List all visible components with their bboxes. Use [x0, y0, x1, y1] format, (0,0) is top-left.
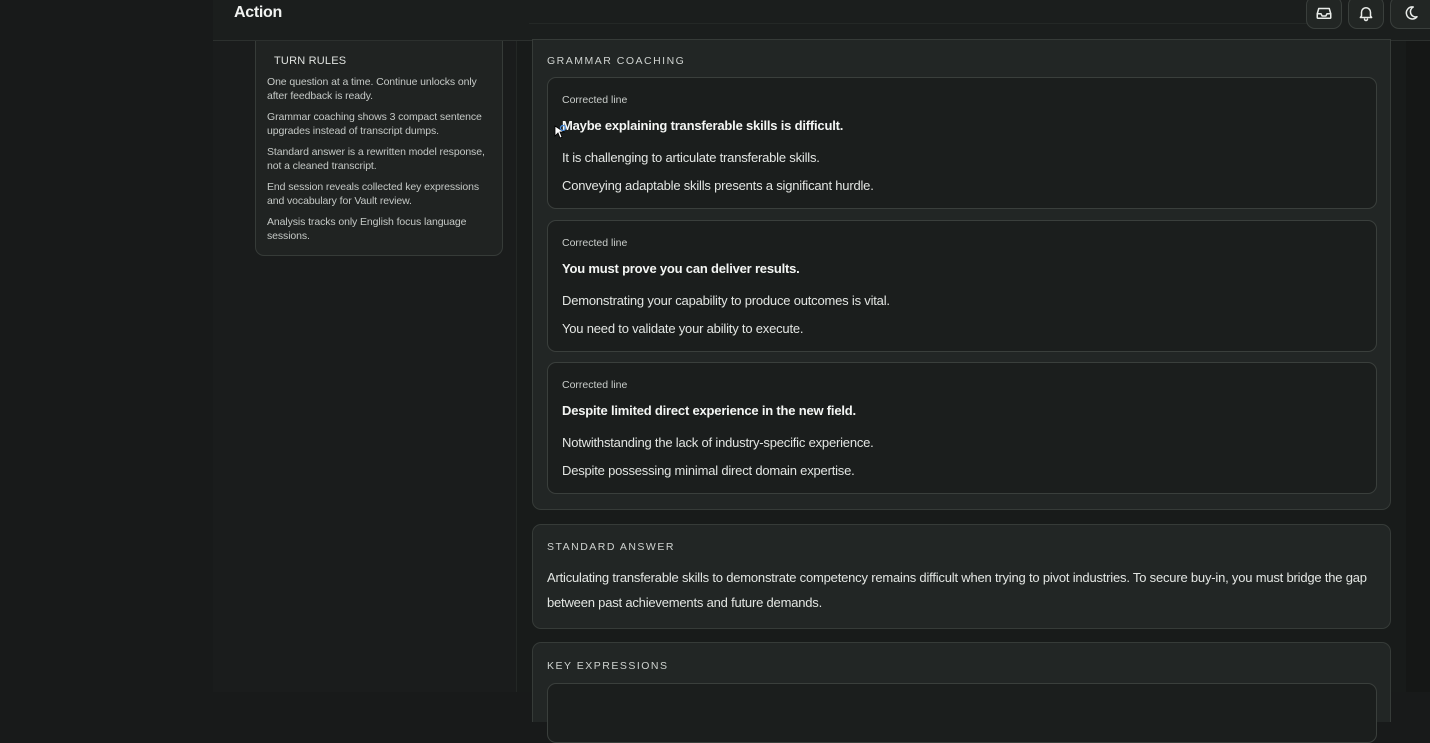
bell-icon: [1359, 6, 1373, 21]
notifications-button[interactable]: [1348, 0, 1384, 29]
key-expressions-section: KEY EXPRESSIONS: [532, 642, 1391, 743]
tab-placeholder: [1219, 0, 1309, 24]
left-rail: [0, 0, 213, 692]
original-sentence: Despite limited direct experience in the…: [562, 403, 856, 418]
sidebar: TURN RULES One question at a time. Conti…: [213, 41, 517, 692]
alternative-sentence: Conveying adaptable skills presents a si…: [562, 178, 874, 193]
coaching-card: Corrected line Despite limited direct ex…: [547, 362, 1377, 494]
tab-placeholder: [879, 0, 1049, 24]
card-label: Corrected line: [562, 379, 628, 391]
coaching-card: Corrected line You must prove you can de…: [547, 220, 1377, 352]
tab-placeholder: [529, 0, 709, 24]
standard-answer-section: STANDARD ANSWER Articulating transferabl…: [532, 524, 1391, 629]
original-sentence: You must prove you can deliver results.: [562, 261, 800, 276]
top-bar: Action: [213, 0, 1430, 41]
card-label: Corrected line: [562, 237, 628, 249]
section-heading: STANDARD ANSWER: [547, 541, 675, 553]
standard-answer-text: Articulating transferable skills to demo…: [547, 570, 1367, 610]
card-label: Corrected line: [562, 94, 628, 106]
alternative-sentence: Demonstrating your capability to produce…: [562, 293, 890, 308]
turn-rule-item: Grammar coaching shows 3 compact sentenc…: [267, 111, 482, 137]
key-expressions-list: [547, 683, 1377, 743]
tab-placeholder: [1049, 0, 1219, 24]
tab-placeholder: [709, 0, 879, 24]
original-sentence: Maybe explaining transferable skills is …: [562, 118, 844, 133]
alternative-sentence: Notwithstanding the lack of industry-spe…: [562, 435, 874, 450]
alternative-sentence: Despite possessing minimal direct domain…: [562, 463, 855, 478]
scroll-gutter: [1406, 41, 1430, 692]
turn-rule-item: One question at a time. Continue unlocks…: [267, 76, 477, 102]
inbox-button[interactable]: [1306, 0, 1342, 29]
theme-toggle-button[interactable]: [1390, 0, 1430, 29]
page-title: Action: [234, 4, 282, 21]
turn-rules-card: TURN RULES One question at a time. Conti…: [255, 41, 503, 256]
section-heading: GRAMMAR COACHING: [547, 55, 686, 67]
turn-rule-item: Standard answer is a rewritten model res…: [267, 146, 485, 172]
main-content[interactable]: GRAMMAR COACHING Corrected line Maybe ex…: [517, 39, 1430, 743]
section-heading: KEY EXPRESSIONS: [547, 660, 669, 672]
mouse-cursor-icon: [554, 125, 567, 139]
turn-rule-item: End session reveals collected key expres…: [267, 181, 480, 207]
turn-rule-item: Analysis tracks only English focus langu…: [267, 216, 467, 242]
inbox-icon: [1316, 7, 1332, 19]
grammar-coaching-section: GRAMMAR COACHING Corrected line Maybe ex…: [532, 39, 1391, 510]
alternative-sentence: It is challenging to articulate transfer…: [562, 150, 820, 165]
turn-rules-heading: TURN RULES: [274, 55, 347, 67]
app-shell: Action TURN RULES One question at a time…: [213, 0, 1430, 743]
moon-icon: [1405, 5, 1418, 20]
coaching-card: Corrected line Maybe explaining transfer…: [547, 77, 1377, 209]
alternative-sentence: You need to validate your ability to exe…: [562, 321, 804, 336]
